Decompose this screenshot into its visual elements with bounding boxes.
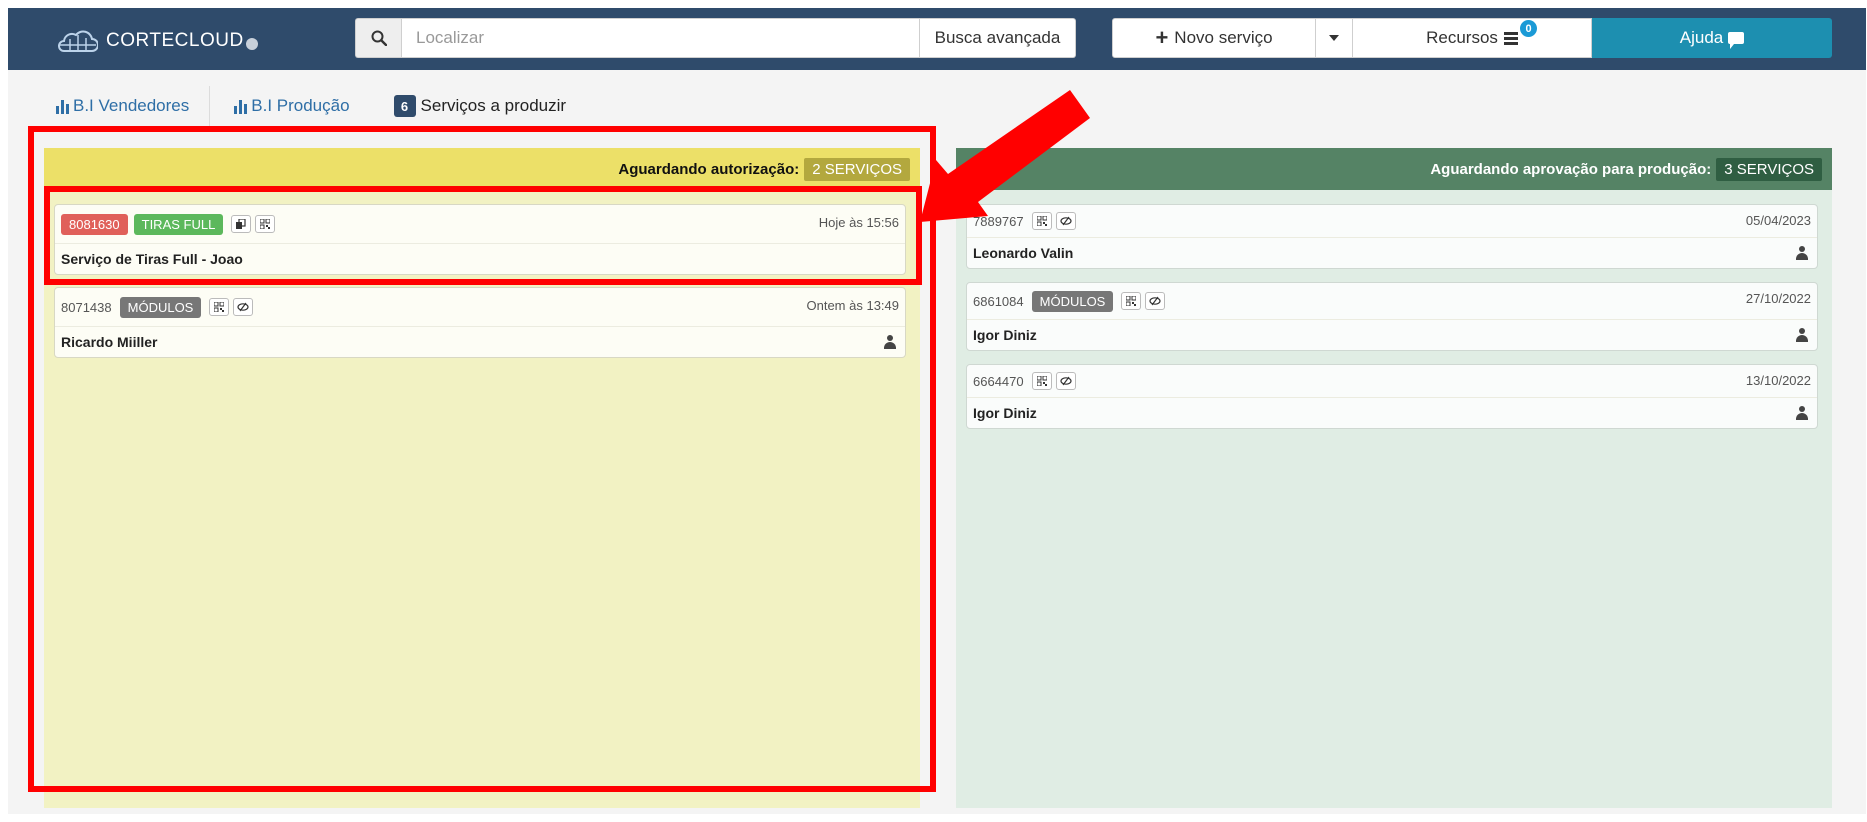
card-date: 27/10/2022 <box>1745 291 1811 306</box>
tab-servicos-a-produzir[interactable]: 6 Serviços a produzir <box>393 86 567 126</box>
status-indicator <box>246 38 258 50</box>
resources-count-badge: 0 <box>1520 20 1537 37</box>
logo[interactable]: CORTECLOUD <box>56 28 244 54</box>
bar-chart-icon <box>234 99 248 114</box>
search-button[interactable] <box>355 18 401 58</box>
annotation-arrow <box>920 90 1090 222</box>
help-label: Ajuda <box>1679 28 1724 47</box>
eye-slash-icon <box>1149 296 1161 306</box>
card-body: Igor Diniz <box>967 320 1817 350</box>
resources-button[interactable]: Recursos 0 <box>1353 18 1592 58</box>
resources-label: Recursos <box>1426 28 1498 47</box>
plus-icon: + <box>1155 25 1169 50</box>
card-header: 6861084 MÓDULOS 27/10/2022 <box>967 283 1817 320</box>
column-count-badge: 3 SERVIÇOS <box>1716 157 1822 181</box>
card-title: Igor Diniz <box>973 405 1037 421</box>
visibility-button[interactable] <box>1145 292 1166 310</box>
tab-label: B.I Vendedores <box>73 96 190 115</box>
caret-down-icon <box>1329 35 1339 41</box>
tab-divider <box>209 86 211 126</box>
advanced-search-button[interactable]: Busca avançada <box>920 18 1076 58</box>
qrcode-button[interactable] <box>1121 292 1142 310</box>
header-actions: + Novo serviço Recursos 0 Ajuda <box>1112 18 1832 58</box>
card-body: Igor Diniz <box>967 398 1817 428</box>
tab-label: Serviços a produzir <box>420 96 567 115</box>
tab-bi-producao[interactable]: B.I Produção <box>234 86 350 126</box>
search-group: Busca avançada <box>355 18 1076 58</box>
bar-chart-icon <box>56 99 69 114</box>
tab-bi-vendedores[interactable]: B.I Vendedores <box>56 86 189 126</box>
help-button[interactable]: Ajuda <box>1592 18 1832 58</box>
card-title: Igor Diniz <box>973 327 1037 343</box>
card-body: Leonardo Valin <box>967 238 1817 268</box>
search-input[interactable] <box>401 18 920 58</box>
user-icon <box>1795 246 1809 260</box>
eye-slash-icon <box>1060 376 1072 386</box>
annotation-highlight-card <box>44 186 922 285</box>
search-icon <box>371 30 387 46</box>
card-header: 7889767 05/04/2023 <box>967 205 1817 238</box>
qrcode-icon <box>1126 296 1137 306</box>
service-card[interactable]: 6664470 13/10/2022 Igor Diniz <box>966 364 1818 429</box>
card-date: 13/10/2022 <box>1745 373 1811 388</box>
tab-bar: B.I Vendedores B.I Produção 6 Serviços a… <box>56 86 566 126</box>
column-awaiting-production-approval: Aguardando aprovação para produção: 3 SE… <box>956 148 1832 808</box>
logo-text: CORTECLOUD <box>106 30 244 51</box>
card-header: 6664470 13/10/2022 <box>967 365 1817 398</box>
card-title: Leonardo Valin <box>973 245 1074 261</box>
service-card[interactable]: 7889767 05/04/2023 Leonardo Valin <box>966 204 1818 269</box>
cloud-logo-icon <box>58 30 98 52</box>
service-card[interactable]: 6861084 MÓDULOS 27/10/2022 Igor Diniz <box>966 282 1818 351</box>
service-type-tag: MÓDULOS <box>1031 290 1114 312</box>
card-date: 05/04/2023 <box>1745 213 1811 228</box>
new-service-button[interactable]: + Novo serviço <box>1112 18 1316 58</box>
new-service-dropdown-toggle[interactable] <box>1316 18 1353 58</box>
tab-count-badge: 6 <box>393 95 416 117</box>
tab-label: B.I Produção <box>251 96 350 115</box>
service-number: 6861084 <box>973 293 1024 309</box>
qrcode-icon <box>1036 376 1047 386</box>
column-title: Aguardando aprovação para produção: <box>1430 160 1712 178</box>
user-icon <box>1795 328 1809 342</box>
qrcode-button[interactable] <box>1031 372 1052 390</box>
visibility-button[interactable] <box>1055 372 1076 390</box>
chat-icon <box>1728 32 1745 49</box>
user-icon <box>1795 406 1809 420</box>
new-service-label: Novo serviço <box>1174 28 1273 47</box>
service-number: 6664470 <box>973 373 1024 389</box>
list-icon <box>1503 31 1518 45</box>
